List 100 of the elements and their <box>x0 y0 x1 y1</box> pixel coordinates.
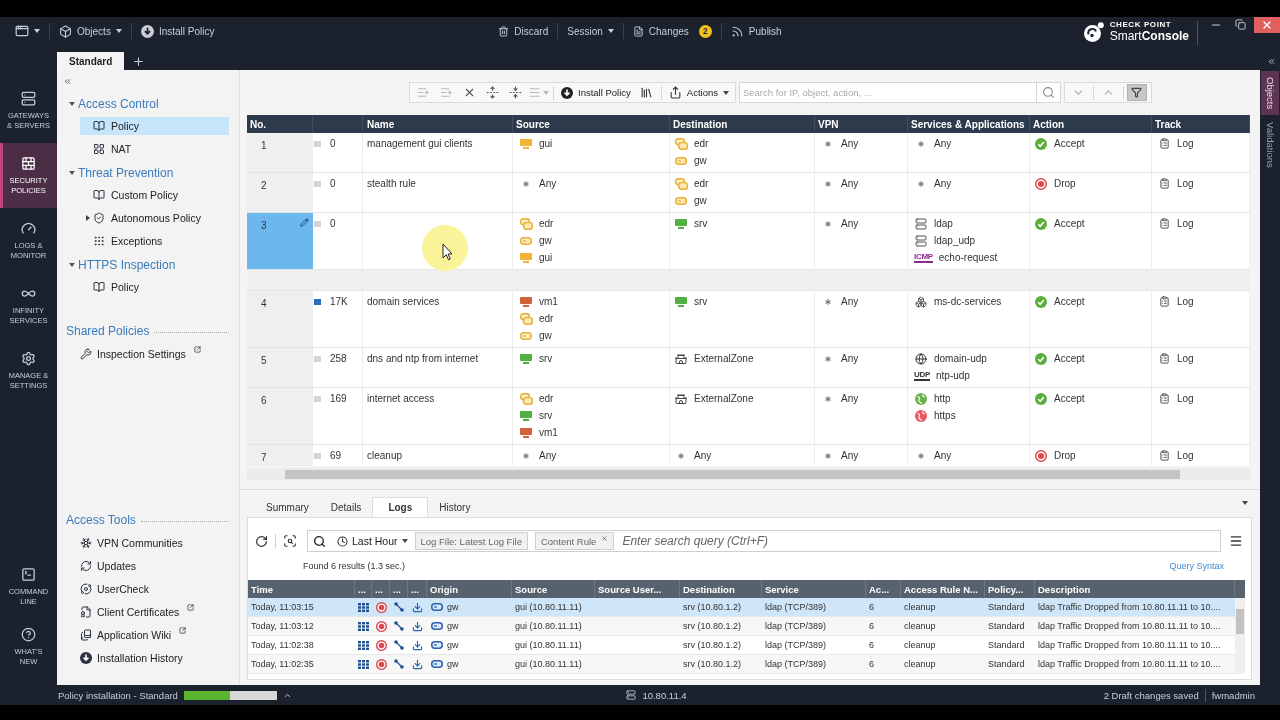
table-cell-text: srv (10.80.1.2) <box>682 640 743 650</box>
device-icon <box>431 603 443 611</box>
clipboard-icon <box>1158 353 1170 364</box>
query-field[interactable]: Enter search query (Ctrl+F) <box>614 531 1220 551</box>
filter-chip[interactable]: Log File: Latest Log File <box>414 532 528 550</box>
clipboard-icon <box>1158 218 1170 229</box>
side-tab[interactable]: Validations <box>1261 116 1279 174</box>
cube-icon <box>59 24 72 38</box>
scrollbar-thumb[interactable] <box>1236 609 1244 634</box>
search-icon <box>1041 86 1055 99</box>
hit-count: 258 <box>330 352 347 366</box>
device-icon <box>431 622 443 630</box>
object-name: http <box>934 392 951 406</box>
query-syntax-link[interactable]: Query Syntax <box>1169 561 1224 571</box>
asterisk-icon <box>823 138 833 149</box>
session-button[interactable]: Session <box>567 21 614 41</box>
table-cell-text: ldap (TCP/389) <box>764 659 828 669</box>
changes-button[interactable]: Changes <box>632 21 689 41</box>
rule-row[interactable]: 6 169 internet access edr srv vm1 ExternalZone Any http https Accept Log <box>247 388 1250 445</box>
rule-row[interactable]: 7 69 cleanup Any Any Any Any Drop Log <box>247 445 1250 466</box>
log-row[interactable]: Today, 11:03:12 gw gui (10.80.11.11) srv (10.80.1.2) ldap (TCP/389) 6 cleanup Standard ldap Traffic Dropped from 10.80.11.11 to 10.... <box>248 617 1235 636</box>
details-tab[interactable]: History <box>428 497 482 517</box>
tool-link[interactable]: Client Certificates <box>57 600 229 623</box>
actions-button[interactable]: Actions <box>664 83 733 102</box>
download-circle-icon <box>561 86 573 99</box>
tool-link[interactable]: Installation History <box>57 646 229 669</box>
query-bar[interactable]: Last Hour Log File: Latest Log File Content Rule Enter search query (Ctrl+F) <box>307 530 1221 552</box>
log-row[interactable]: Today, 11:02:35 gw gui (10.80.11.11) srv (10.80.1.2) ldap (TCP/389) 6 cleanup Standard ldap Traffic Dropped from 10.80.11.11 to 10.... <box>248 655 1235 674</box>
object-name: ntp-udp <box>936 369 970 383</box>
tree-group[interactable]: Threat Prevention <box>57 161 229 184</box>
tool-link[interactable]: Updates <box>57 554 229 577</box>
rule-row[interactable]: 2 0 stealth rule Any edr gw Any Any Drop Log <box>247 173 1250 213</box>
shield-check-icon <box>93 212 105 224</box>
tool-link[interactable]: Inspection Settings <box>57 342 229 365</box>
details-tab[interactable]: Summary <box>255 497 320 517</box>
vertical-scrollbar[interactable] <box>1235 598 1245 674</box>
side-tab[interactable]: Objects <box>1261 71 1279 116</box>
caret-icon <box>34 29 40 33</box>
tree-item[interactable]: Policy <box>80 278 229 296</box>
book-icon <box>93 189 105 201</box>
check-circle-icon <box>1035 392 1047 405</box>
dot-circle-icon <box>375 620 387 632</box>
discard-button[interactable]: Discard <box>498 21 549 41</box>
filter-button[interactable] <box>1126 84 1147 101</box>
rule-row[interactable]: 4 17K domain services vm1 edr gw srv Any ms-dc-services Accept Log <box>247 291 1250 348</box>
orbit-icon <box>80 582 92 595</box>
server-icon <box>915 234 927 247</box>
tree-item[interactable]: NAT <box>80 140 229 158</box>
table-cell-text: Standard <box>987 640 1026 650</box>
rule-name: domain services <box>367 295 441 309</box>
install-policy-button[interactable]: Install Policy <box>140 21 215 41</box>
objects-button[interactable]: Objects <box>59 21 122 41</box>
tool-link[interactable]: Application Wiki <box>57 623 229 646</box>
tree-group[interactable]: Access Control <box>57 92 229 115</box>
publish-button[interactable]: Publish <box>730 21 782 41</box>
brick-wall-icon <box>21 155 36 171</box>
document-icon <box>632 25 644 37</box>
object-name: ms-dc-services <box>934 295 1002 309</box>
time-range-dropdown[interactable]: Last Hour <box>337 535 408 547</box>
track-label: Log <box>1177 449 1194 463</box>
rule-number: 7 <box>261 452 267 463</box>
hit-count: 69 <box>330 449 342 463</box>
rule-name: internet access <box>367 392 436 406</box>
tree-item[interactable]: Policy <box>80 117 229 135</box>
policy-tab[interactable]: Standard <box>57 52 125 70</box>
tool-link[interactable]: UserCheck <box>57 577 229 600</box>
details-tab[interactable]: Details <box>319 497 373 517</box>
rule-row[interactable]: 3 0 edr gw gui srv Any ldap ldap_udp ICMP echo-request Accept Log <box>247 213 1250 270</box>
tree-item[interactable]: Autonomous Policy <box>80 209 229 227</box>
tree-group[interactable]: HTTPS Inspection <box>57 253 229 276</box>
filter-chip[interactable]: Content Rule <box>534 532 615 550</box>
stacked-devices-icon <box>674 137 688 150</box>
asterisk-icon <box>823 178 833 189</box>
rule-row[interactable]: 5 258 dns and ntp from internet srv ExternalZone Any domain-udp UDP ntp-udp Accept Log <box>247 348 1250 388</box>
object-name: Any <box>841 217 859 231</box>
tree-item[interactable]: Custom Policy <box>80 186 229 204</box>
object-name: edr <box>694 177 709 191</box>
object-name: gw <box>539 234 552 248</box>
globe-icon <box>915 352 927 365</box>
rule-name: cleanup <box>367 449 404 463</box>
object-name: gw <box>539 329 552 343</box>
details-tab[interactable]: Logs <box>372 497 429 517</box>
tree-item[interactable]: Exceptions <box>80 232 229 250</box>
table-cell-text: srv (10.80.1.2) <box>682 659 743 669</box>
terminal-icon <box>21 567 36 582</box>
download-circle-icon <box>140 24 154 38</box>
track-label: Log <box>1177 295 1194 309</box>
settings-icon <box>21 350 36 366</box>
close-button[interactable] <box>1254 17 1280 33</box>
hit-count: 0 <box>330 217 336 231</box>
search-field[interactable]: Search for IP, object, action, ... <box>738 82 1037 103</box>
tool-link[interactable]: VPN Communities <box>57 531 229 554</box>
refresh-icon <box>80 559 92 572</box>
install-policy-button[interactable]: Install Policy <box>557 83 635 102</box>
table-cell-text: gui (10.80.11.11) <box>514 659 583 669</box>
horizontal-scrollbar[interactable] <box>247 468 1250 480</box>
log-row[interactable]: Today, 11:03:15 gw gui (10.80.11.11) srv (10.80.1.2) ldap (TCP/389) 6 cleanup Standard ldap Traffic Dropped from 10.80.11.11 to 10.... <box>248 598 1235 617</box>
scrollbar-thumb[interactable] <box>285 469 1180 479</box>
object-name: gui <box>539 251 553 265</box>
rule-row[interactable]: 1 0 management gui clients gui edr gw Any Any Accept Log <box>247 133 1250 173</box>
